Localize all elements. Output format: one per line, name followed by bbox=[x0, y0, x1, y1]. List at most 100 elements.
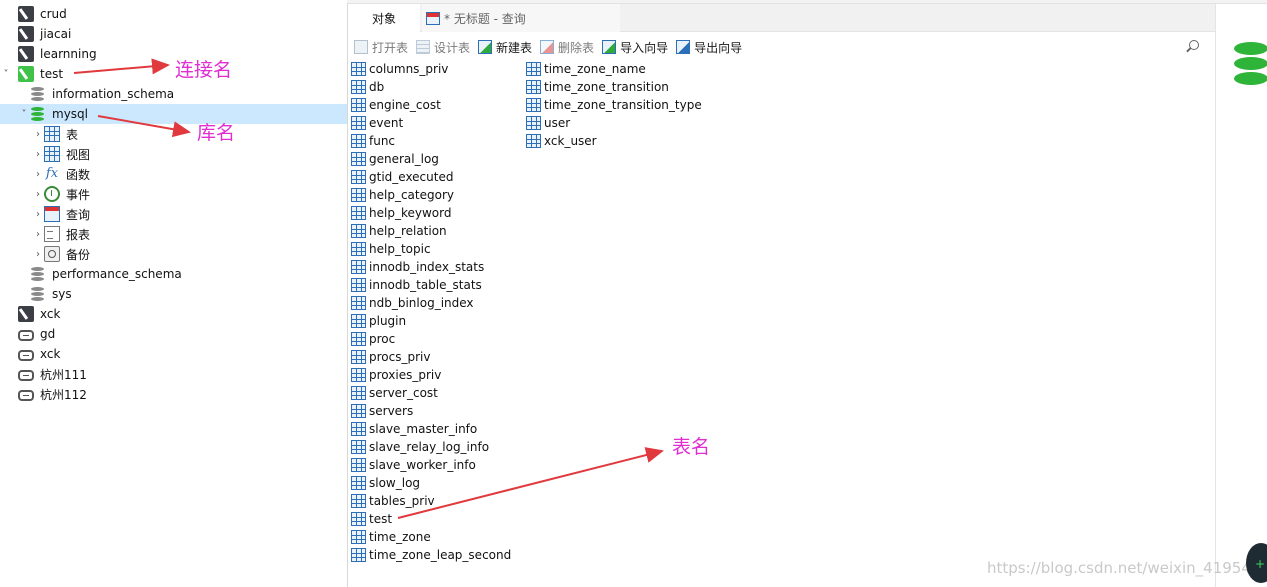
table-list-item[interactable]: ndb_binlog_index bbox=[351, 294, 474, 312]
chevron-down-icon[interactable]: ˅ bbox=[18, 108, 30, 120]
tree-item[interactable]: › fx 函数 bbox=[0, 164, 347, 184]
tree-item[interactable]: › 视图 bbox=[0, 144, 347, 164]
tree-item[interactable]: xck bbox=[0, 344, 347, 364]
table-icon bbox=[526, 116, 541, 130]
table-list-item[interactable]: func bbox=[351, 132, 395, 150]
table-list-item[interactable]: gtid_executed bbox=[351, 168, 453, 186]
chevron-right-icon[interactable]: › bbox=[32, 148, 44, 160]
database-icon bbox=[30, 286, 46, 302]
view-icon bbox=[44, 146, 60, 162]
tree-item[interactable]: 杭州112 bbox=[0, 384, 347, 404]
table-list-item[interactable]: time_zone bbox=[351, 528, 431, 546]
tree-item[interactable]: 杭州111 bbox=[0, 364, 347, 384]
tree-item[interactable]: ˅ mysql bbox=[0, 104, 347, 124]
table-list-item[interactable]: user bbox=[526, 114, 570, 132]
table-list-item[interactable]: servers bbox=[351, 402, 413, 420]
tree-item[interactable]: ˅ test bbox=[0, 64, 347, 84]
table-name: slave_worker_info bbox=[369, 458, 476, 472]
tree-item[interactable]: xck bbox=[0, 304, 347, 324]
new-table-button[interactable]: 新建表 bbox=[478, 39, 532, 56]
table-name: proc bbox=[369, 332, 396, 346]
table-name: event bbox=[369, 116, 404, 130]
table-name: func bbox=[369, 134, 396, 148]
export-wizard-label: 导出向导 bbox=[694, 40, 743, 55]
table-list-item[interactable]: slave_master_info bbox=[351, 420, 477, 438]
table-list-item[interactable]: plugin bbox=[351, 312, 406, 330]
chevron-right-icon[interactable]: › bbox=[32, 208, 44, 220]
table-list-item[interactable]: engine_cost bbox=[351, 96, 441, 114]
tree-item[interactable]: gd bbox=[0, 324, 347, 344]
design-table-button[interactable]: 设计表 bbox=[416, 39, 470, 56]
table-list-item[interactable]: server_cost bbox=[351, 384, 438, 402]
table-name: test bbox=[369, 512, 393, 526]
chevron-right-icon[interactable]: › bbox=[32, 128, 44, 140]
import-wizard-button[interactable]: 导入向导 bbox=[602, 39, 668, 56]
table-list-item[interactable]: time_zone_transition bbox=[526, 78, 669, 96]
table-icon bbox=[526, 62, 541, 76]
table-icon bbox=[526, 134, 541, 148]
chevron-right-icon[interactable]: › bbox=[32, 228, 44, 240]
tree-item[interactable]: sys bbox=[0, 284, 347, 304]
tree-item[interactable]: › 表 bbox=[0, 124, 347, 144]
table-list-item[interactable]: columns_priv bbox=[351, 60, 448, 78]
tree-item[interactable]: crud bbox=[0, 4, 347, 24]
table-list-item[interactable]: time_zone_transition_type bbox=[526, 96, 702, 114]
table-list-item[interactable]: help_topic bbox=[351, 240, 431, 258]
table-icon bbox=[351, 332, 366, 346]
tree-item[interactable]: › 报表 bbox=[0, 224, 347, 244]
table-name: user bbox=[544, 116, 571, 130]
table-list-item[interactable]: db bbox=[351, 78, 384, 96]
table-icon bbox=[526, 98, 541, 112]
table-name: innodb_table_stats bbox=[369, 278, 482, 292]
table-name: help_keyword bbox=[369, 206, 452, 220]
table-icon bbox=[351, 98, 366, 112]
tab-objects[interactable]: 对象 bbox=[348, 4, 420, 32]
table-list-item[interactable]: xck_user bbox=[526, 132, 597, 150]
table-list-item[interactable]: general_log bbox=[351, 150, 439, 168]
table-list-item[interactable]: proc bbox=[351, 330, 395, 348]
tree-item[interactable]: learnning bbox=[0, 44, 347, 64]
table-name: procs_priv bbox=[369, 350, 431, 364]
tree-item[interactable]: › 事件 bbox=[0, 184, 347, 204]
table-list-item[interactable]: procs_priv bbox=[351, 348, 430, 366]
tree-item[interactable]: information_schema bbox=[0, 84, 347, 104]
chevron-right-icon[interactable]: › bbox=[32, 248, 44, 260]
delete-table-button[interactable]: 删除表 bbox=[540, 39, 594, 56]
chevron-right-icon[interactable]: › bbox=[32, 168, 44, 180]
search-icon[interactable] bbox=[1185, 40, 1199, 54]
table-icon bbox=[351, 206, 366, 220]
connection-closed-icon bbox=[18, 349, 34, 361]
table-list-item[interactable]: test bbox=[351, 510, 392, 528]
open-table-button[interactable]: 打开表 bbox=[354, 39, 408, 56]
table-list-item[interactable]: slave_relay_log_info bbox=[351, 438, 489, 456]
tab-query[interactable]: * 无标题 - 查询 bbox=[422, 4, 620, 32]
export-wizard-button[interactable]: 导出向导 bbox=[676, 39, 742, 56]
table-list-item[interactable]: time_zone_leap_second bbox=[351, 546, 511, 564]
new-table-icon bbox=[478, 40, 493, 54]
table-list-item[interactable]: help_category bbox=[351, 186, 454, 204]
table-list-item[interactable]: help_relation bbox=[351, 222, 447, 240]
tab-bar: 对象 * 无标题 - 查询 bbox=[348, 4, 1216, 32]
chevron-down-icon[interactable]: ˅ bbox=[0, 68, 12, 80]
table-list-item[interactable]: time_zone_name bbox=[526, 60, 646, 78]
annotation-database-name: 库名 bbox=[197, 122, 236, 144]
tree-item[interactable]: › 备份 bbox=[0, 244, 347, 264]
design-table-label: 设计表 bbox=[434, 40, 471, 55]
table-list-item[interactable]: tables_priv bbox=[351, 492, 435, 510]
function-icon: fx bbox=[45, 166, 59, 181]
table-list-item[interactable]: slow_log bbox=[351, 474, 420, 492]
table-list-item[interactable]: innodb_index_stats bbox=[351, 258, 484, 276]
table-list-item[interactable]: innodb_table_stats bbox=[351, 276, 482, 294]
table-list-item[interactable]: help_keyword bbox=[351, 204, 451, 222]
table-list-item[interactable]: proxies_priv bbox=[351, 366, 441, 384]
chevron-right-icon[interactable]: › bbox=[32, 188, 44, 200]
table-list-item[interactable]: slave_worker_info bbox=[351, 456, 476, 474]
table-list-item[interactable]: event bbox=[351, 114, 403, 132]
table-icon bbox=[351, 278, 366, 292]
tree-item[interactable]: › 查询 bbox=[0, 204, 347, 224]
tree-item[interactable]: performance_schema bbox=[0, 264, 347, 284]
tree-item[interactable]: jiacai bbox=[0, 24, 347, 44]
